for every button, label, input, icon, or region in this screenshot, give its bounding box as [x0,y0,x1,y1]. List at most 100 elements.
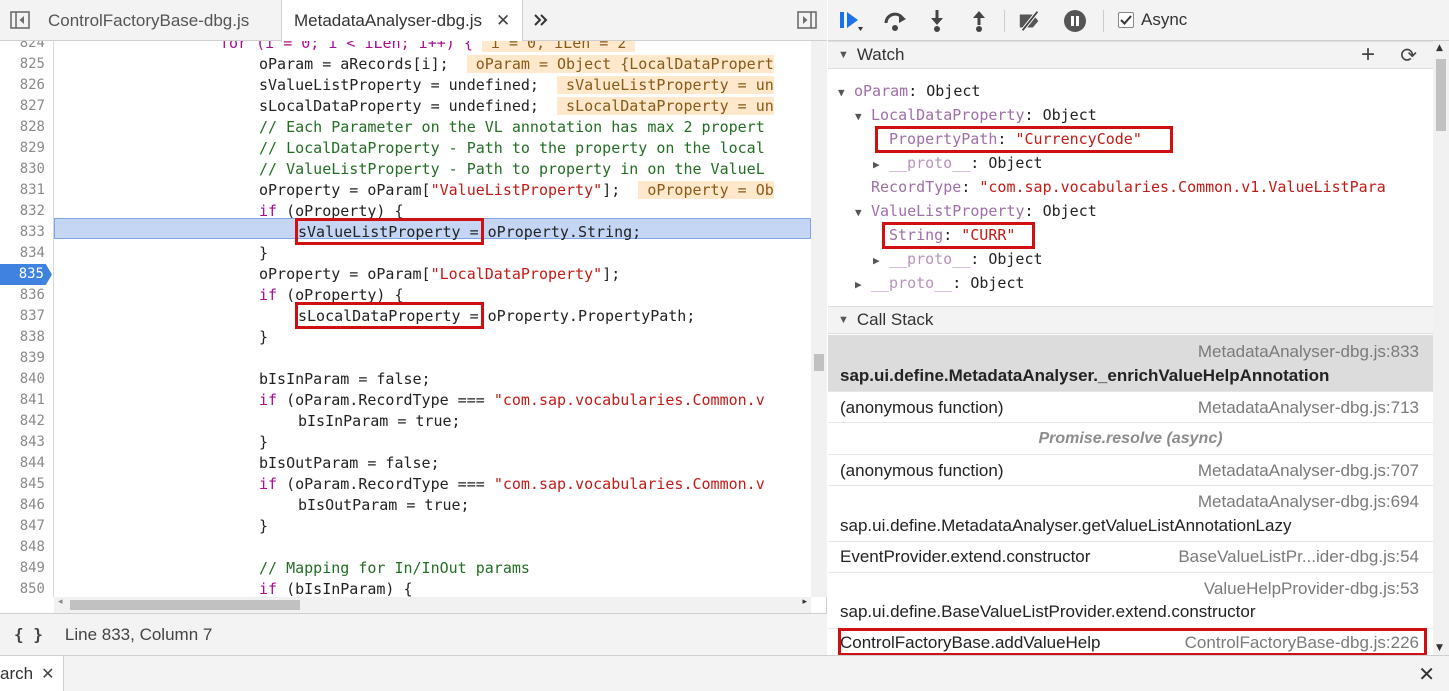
line-number[interactable]: 827 [0,96,45,117]
pause-on-exceptions-icon[interactable] [1062,8,1088,34]
editor-horizontal-scrollbar[interactable]: ◂ ▸ [54,597,811,613]
line-number[interactable]: 828 [0,117,45,138]
toolbar-divider [1004,10,1005,32]
scrollbar-thumb[interactable] [70,600,300,610]
expand-triangle-icon[interactable]: ▼ [855,105,871,129]
line-number[interactable]: 840 [0,369,45,390]
callstack-frame[interactable]: MetadataAnalyser-dbg.js:833 sap.ui.defin… [828,335,1433,392]
scrollbar-thumb[interactable] [1436,59,1446,131]
async-label: Async [1141,10,1188,29]
scroll-right-icon[interactable]: ▸ [802,597,807,607]
tab-metadataanalyser[interactable]: MetadataAnalyser-dbg.js ✕ [281,0,524,42]
line-number[interactable]: 830 [0,159,45,180]
code-line-845: if (oParam.RecordType === "com.sap.vocab… [259,475,765,493]
code-line-841: if (oParam.RecordType === "com.sap.vocab… [259,391,765,409]
step-over-icon[interactable] [882,8,908,34]
step-out-icon[interactable] [966,8,992,34]
watch-section-header[interactable]: ▼ Watch + ⟳ [828,41,1433,69]
line-number[interactable]: 839 [0,348,45,369]
callstack-frame[interactable]: (anonymous function) MetadataAnalyser-db… [828,392,1433,423]
expand-triangle-icon[interactable]: ▶ [873,153,889,177]
line-number[interactable]: 833 [0,222,45,243]
callstack-frame[interactable]: MetadataAnalyser-dbg.js:694 sap.ui.defin… [828,486,1433,542]
line-number[interactable]: 848 [0,537,45,558]
line-number[interactable]: 841 [0,390,45,411]
drawer-tab-label: arch [0,664,34,683]
watch-prop-proto[interactable]: ▶ __proto__: Object [873,247,1043,271]
drawer-close-icon[interactable]: ✕ [1418,662,1435,686]
expand-triangle-icon[interactable]: ▶ [855,273,871,297]
line-number[interactable]: 842 [0,411,45,432]
toolbar-divider [1103,10,1104,32]
sidebar-vertical-scrollbar[interactable]: ▲ ▼ [1433,41,1449,655]
breakpoint-line-number[interactable]: 835 [0,264,52,285]
tab-close-icon[interactable]: ✕ [496,11,510,31]
callstack-frame[interactable]: ValueHelpProvider-dbg.js:53 sap.ui.defin… [828,573,1433,629]
toggle-debugger-sidebar-icon[interactable] [795,8,819,32]
expand-triangle-icon[interactable]: ▼ [855,201,871,225]
watch-prop-localdataproperty[interactable]: ▼ LocalDataProperty: Object [855,103,1097,127]
code-line-850: if (bIsInParam) { [259,580,413,597]
drawer-tab-search[interactable]: arch ✕ [0,656,64,691]
code-editor[interactable]: 824 825 826 827 828 829 830 831 832 833 834 835 836 8… [0,41,827,597]
callstack-frame[interactable]: EventProvider.extend.constructor BaseVal… [828,542,1433,573]
step-into-icon[interactable] [924,8,950,34]
resume-icon[interactable] [838,8,864,34]
debugger-sidebar: Async ▼ Watch + ⟳ ▼ oParam: Object ▼ Local… [828,0,1449,656]
scroll-left-icon[interactable]: ◂ [58,597,63,607]
code-line-846: bIsOutParam = true; [298,496,470,514]
line-number[interactable]: 850 [0,579,45,597]
line-number[interactable]: 846 [0,495,45,516]
code-line-842: bIsInParam = true; [298,412,461,430]
line-number[interactable]: 831 [0,180,45,201]
more-tabs-icon[interactable] [529,8,553,32]
line-number[interactable]: 834 [0,243,45,264]
expand-triangle-icon[interactable]: ▶ [873,249,889,273]
line-number[interactable]: 826 [0,75,45,96]
watch-prop-valuelistproperty[interactable]: ▼ ValueListProperty: Object [855,199,1097,223]
async-toggle[interactable]: Async [1118,10,1187,30]
tab-controlfactorybase[interactable]: ControlFactoryBase-dbg.js [34,0,263,41]
line-number[interactable]: 847 [0,516,45,537]
scroll-down-icon[interactable]: ▼ [1436,643,1443,653]
line-number-gutter[interactable]: 824 825 826 827 828 829 830 831 832 833 834 835 836 8… [0,41,54,597]
code-line-835: oProperty = oParam["LocalDataProperty"]; [259,265,621,283]
line-number[interactable]: 837 [0,306,45,327]
refresh-watch-icon[interactable]: ⟳ [1400,43,1417,68]
line-number[interactable]: 829 [0,138,45,159]
code-line-825: oParam = aRecords[i]; oParam = Object {L… [259,55,774,73]
line-number[interactable]: 849 [0,558,45,579]
watch-item-oparam[interactable]: ▼ oParam: Object [838,79,980,103]
drawer-tab-close-icon[interactable]: ✕ [41,664,54,684]
watch-prop-recordtype[interactable]: RecordType: "com.sap.vocabularies.Common… [871,175,1386,199]
callstack-title: Call Stack [856,310,934,329]
editor-vertical-scrollbar[interactable] [811,41,827,597]
watch-prop-proto[interactable]: ▶ __proto__: Object [855,271,1025,295]
line-number[interactable]: 836 [0,285,45,306]
line-number[interactable]: 838 [0,327,45,348]
pretty-print-button[interactable]: { } [14,625,43,644]
line-number[interactable]: 824 [0,41,45,54]
code-line-829: // LocalDataProperty - Path to the prope… [259,139,765,157]
line-number[interactable]: 843 [0,432,45,453]
tab-label: ControlFactoryBase-dbg.js [48,10,250,30]
expand-triangle-icon[interactable]: ▼ [838,81,854,105]
highlight-box-svaluelistproperty [295,218,484,245]
line-number[interactable]: 844 [0,453,45,474]
add-watch-icon[interactable]: + [1361,41,1375,69]
toggle-navigator-icon[interactable] [8,8,32,32]
cursor-position: Line 833, Column 7 [64,624,213,644]
async-checkbox[interactable] [1118,12,1134,28]
callstack-section-header[interactable]: ▼ Call Stack [828,306,1433,334]
line-number[interactable]: 832 [0,201,45,222]
deactivate-breakpoints-icon[interactable] [1017,8,1043,34]
line-number[interactable]: 845 [0,474,45,495]
line-number[interactable]: 825 [0,54,45,75]
code-line-849: // Mapping for In/InOut params [259,559,530,577]
code-line-847: } [259,517,269,535]
source-panel: ControlFactoryBase-dbg.js MetadataAnalys… [0,0,827,655]
scrollbar-thumb[interactable] [814,354,824,371]
callstack-frame[interactable]: (anonymous function) MetadataAnalyser-db… [828,455,1433,486]
watch-prop-proto[interactable]: ▶ __proto__: Object [873,151,1043,175]
scroll-up-icon[interactable]: ▲ [1436,43,1443,53]
